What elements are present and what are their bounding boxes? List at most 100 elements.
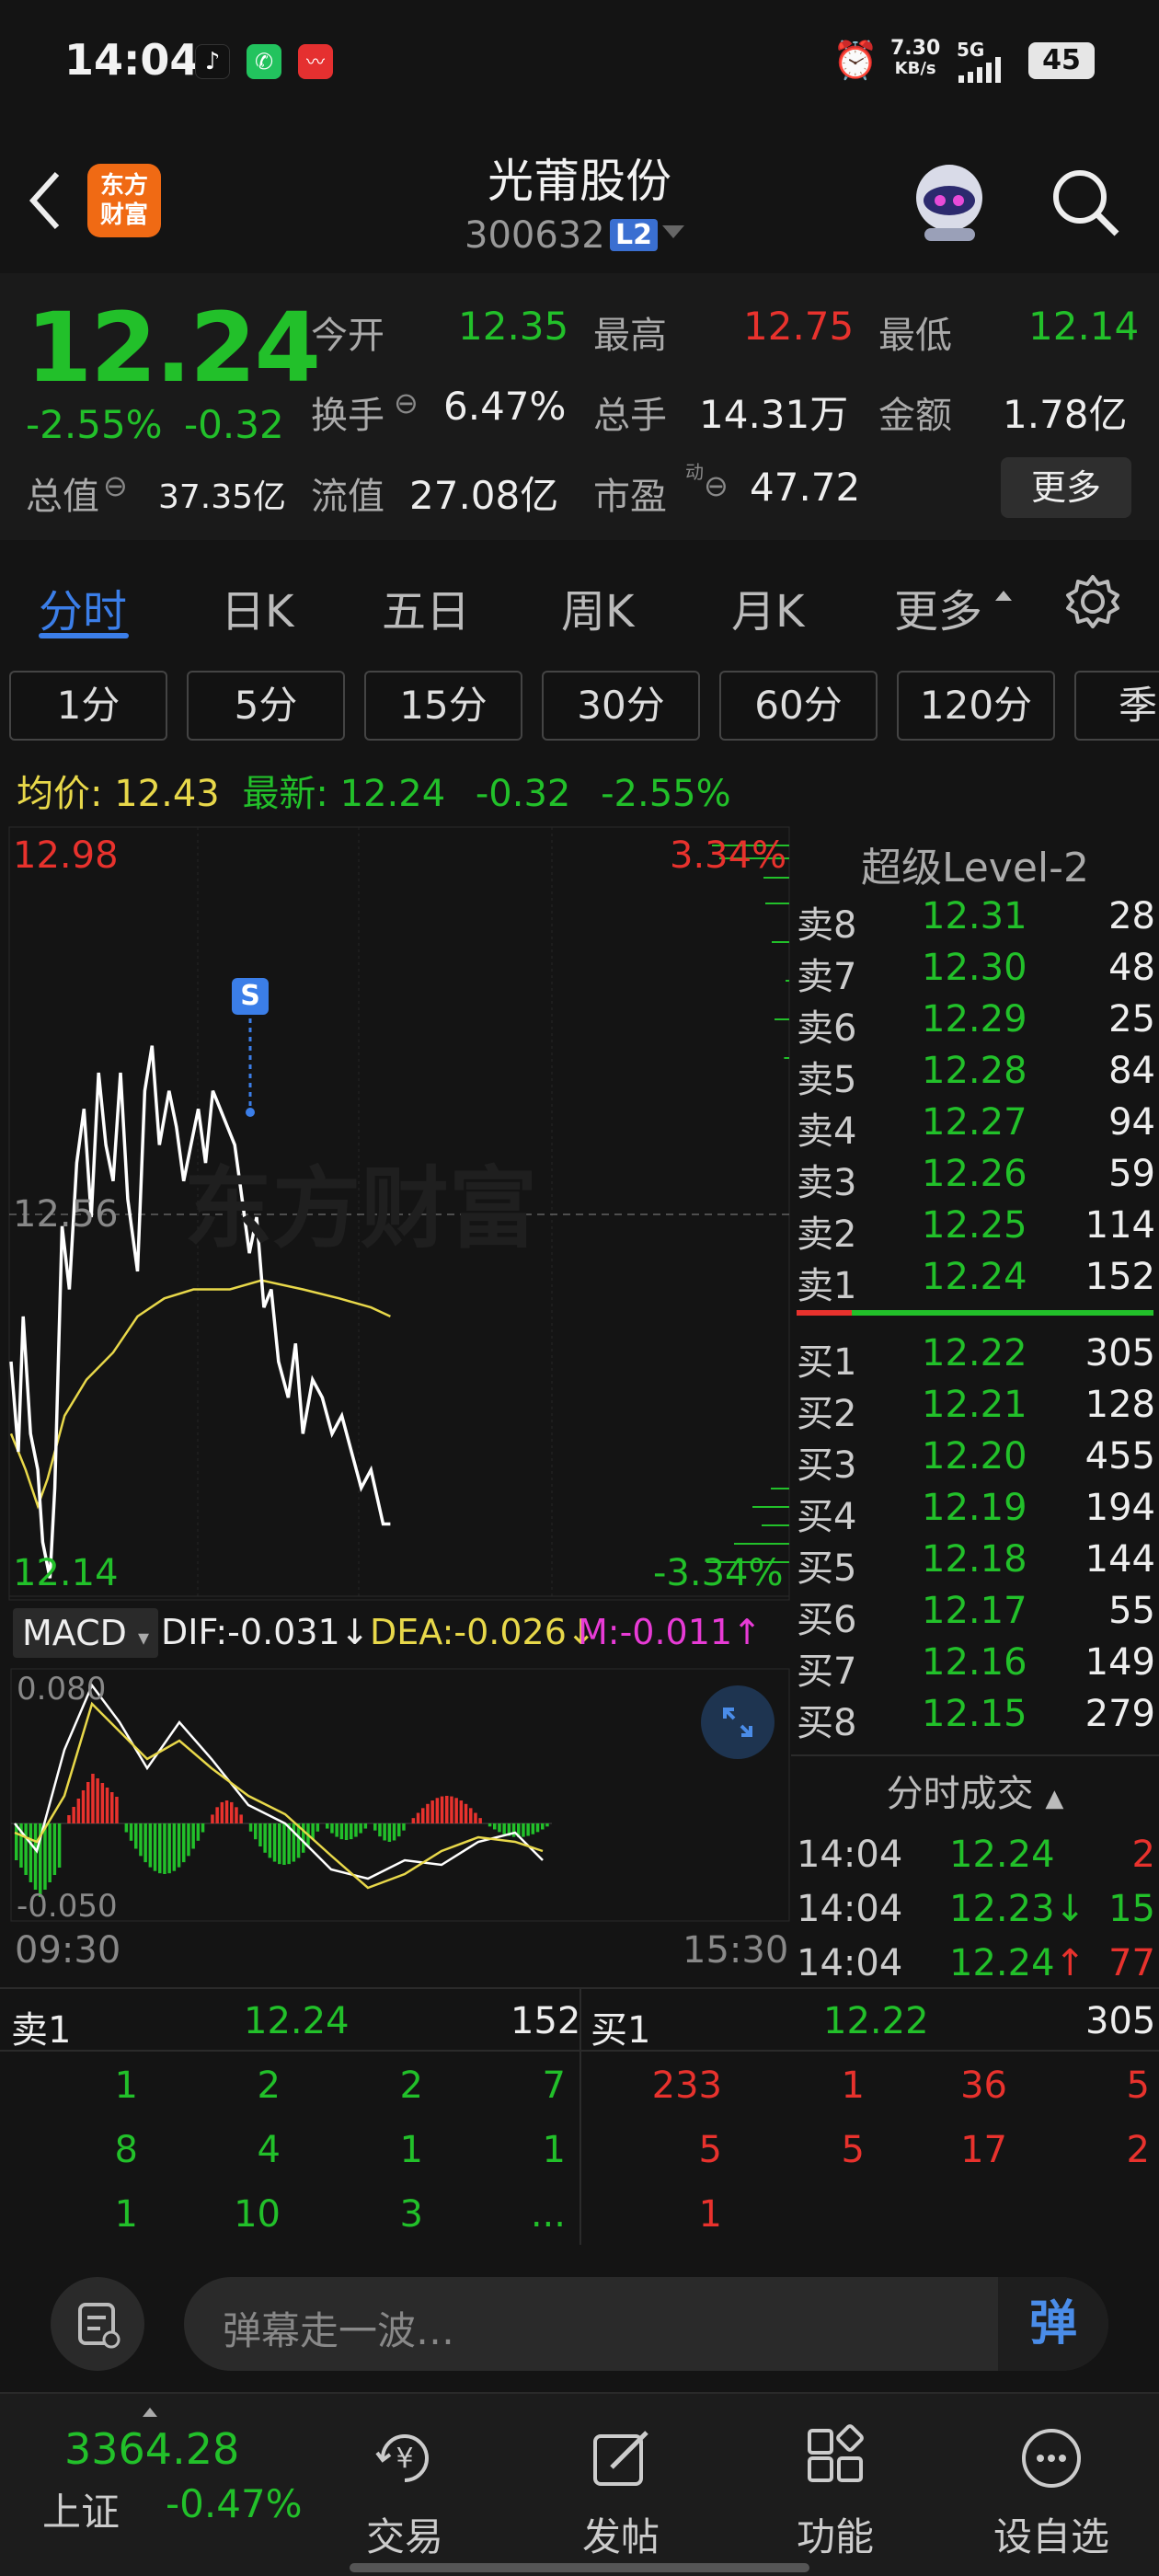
ask-price: 12.27 [922,1101,1027,1144]
macd-bar [335,1823,339,1837]
nav-functions[interactable]: 功能 [762,2421,909,2562]
dropdown-icon[interactable] [662,225,684,238]
ask-row: 卖7 12.30 48 [791,941,1159,998]
macd-bar [15,1823,18,1860]
ask-volume: 28 [1108,895,1155,937]
macd-selector[interactable]: MACD ▾ [13,1608,159,1658]
sell-queue-cell: 4 [257,2129,281,2171]
info-icon[interactable]: ⊖ [103,468,128,503]
sell-queue-cell: 1 [542,2129,566,2171]
macd-bar [373,1823,377,1831]
macd-bar [187,1823,190,1857]
nav-add-watchlist[interactable]: 设自选 [978,2421,1125,2562]
sell-queue-cell: 1 [114,2064,138,2107]
queue-grid: 1 2 2 7 8 4 1 1 1 10 3... 233 1 36 5 5 5 17 2 1 [0,2053,1159,2247]
search-icon[interactable] [1049,166,1122,239]
tab-more[interactable]: 更多 [894,575,982,639]
tab-monthly-k[interactable]: 月K [731,575,804,639]
info-icon[interactable]: ⊖ [704,468,729,503]
danmu-input[interactable]: 弹幕走一波… 弹 [184,2277,1108,2371]
stock-app-icon: 〰 [298,44,333,79]
more-button[interactable]: 更多 [1001,457,1131,518]
buy-queue-cell: 1 [841,2064,865,2107]
pct-max-label: 3.34% [670,834,787,877]
macd-bar [33,1823,38,1890]
macd-bar [124,1823,129,1833]
ask-price: 12.31 [922,895,1027,937]
dea-value: DEA:-0.026↓ [370,1612,596,1652]
macd-bar [411,1818,416,1823]
danmu-bar: 弹幕走一波… 弹 [0,2245,1159,2392]
bid-volume: 144 [1084,1538,1155,1581]
period-15min[interactable]: 15分 [364,671,522,741]
bid-price: 12.20 [922,1435,1027,1478]
open-label: 今开 [311,315,384,357]
nav-post[interactable]: 发帖 [547,2421,694,2562]
danmu-settings-icon[interactable] [51,2277,144,2371]
macd-bar [416,1812,420,1823]
macd-bar [478,1818,482,1823]
period-120min[interactable]: 120分 [897,671,1055,741]
intraday-chart[interactable]: 东方财富 S 12.98 12.56 12.14 3.34% -3.34% [0,825,791,1603]
bid-volume: 149 [1084,1641,1155,1684]
tab-daily-k[interactable]: 日K [221,575,293,639]
trade-time: 14:04 [797,1834,903,1876]
level2-panel[interactable]: 超级Level-2 卖8 12.31 28 卖7 12.30 48 卖6 12.29 25 卖5 1… [791,825,1159,1984]
bid-row: 买3 12.20 455 [791,1430,1159,1487]
trade-volume: 2 [1131,1834,1155,1876]
macd-bar [211,1814,214,1823]
macd-bar [272,1823,277,1862]
phone-app-icon: ✆ [247,44,281,79]
ask-volume: 25 [1108,998,1155,1041]
open-value: 12.35 [458,304,569,349]
bid-label: 买8 [797,1702,857,1744]
macd-bar [239,1814,243,1823]
sell-queue-cell: 2 [257,2064,281,2107]
macd-bar [426,1803,430,1823]
turnover-value: 6.47% [443,384,567,429]
ask-volume: 114 [1084,1204,1155,1247]
bid-row: 买2 12.21 128 [791,1378,1159,1435]
buy-queue-cell: 17 [960,2129,1007,2171]
trades-title[interactable]: 分时成交 ▲ [791,1764,1159,1817]
macd-bar [469,1808,473,1823]
macd-bar [76,1799,81,1823]
period-30min[interactable]: 30分 [542,671,700,741]
macd-bar [254,1823,258,1840]
macd-bar [105,1788,109,1823]
tiktok-icon: ♪ [195,44,230,79]
period-60min[interactable]: 60分 [719,671,878,741]
trade-row: 14:04 12.23↓ 15 [791,1882,1159,1934]
sell-queue-cell: 7 [542,2064,566,2107]
macd-bar [196,1823,201,1841]
tab-intraday[interactable]: 分时 [39,575,127,639]
divider [580,1989,581,2053]
svg-text:¥: ¥ [396,2443,413,2475]
macd-bar [52,1823,57,1875]
ask-price: 12.26 [922,1153,1027,1195]
robot-assistant-icon[interactable] [906,156,993,244]
nav-add-watchlist-label: 设自选 [993,2514,1109,2559]
time-end: 15:30 [683,1929,789,1972]
trade-price: 12.24 [949,1834,1055,1876]
tab-weekly-k[interactable]: 周K [561,575,634,639]
trade-price: 12.24↑ [949,1942,1086,1984]
danmu-toggle-button[interactable]: 弹 [998,2277,1108,2371]
tab-five-day[interactable]: 五日 [382,575,470,639]
period-selector: 1分 5分 15分 30分 60分 120分 季 [0,658,1159,754]
queue-header: 卖1 12.24 152 买1 12.22 305 [0,1987,1159,2053]
queue-buy-price: 12.22 [823,2000,929,2042]
l2-badge[interactable]: L2 [610,219,658,251]
nav-trade[interactable]: ¥ 交易 [331,2421,478,2562]
period-5min[interactable]: 5分 [187,671,345,741]
event-marker[interactable]: S [232,978,269,1015]
period-1min[interactable]: 1分 [9,671,167,741]
macd-bar [344,1823,349,1840]
bid-row: 买7 12.16 149 [791,1636,1159,1693]
info-icon[interactable]: ⊖ [394,385,419,420]
bid-price: 12.16 [922,1641,1027,1684]
macd-bar [148,1823,153,1868]
settings-gear-icon[interactable] [1064,573,1121,630]
expand-icon[interactable] [701,1685,775,1759]
period-quarter[interactable]: 季 [1074,671,1159,741]
